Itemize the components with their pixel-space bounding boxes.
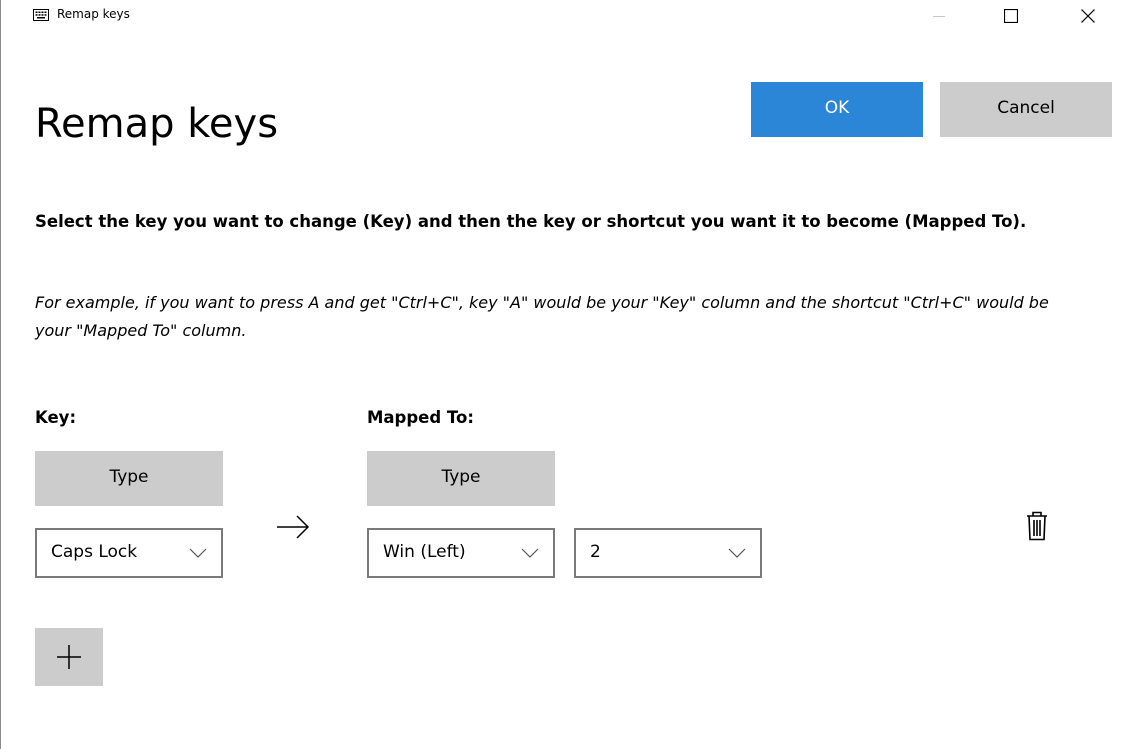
window-title: Remap keys xyxy=(57,7,130,21)
instruction-text: Select the key you want to change (Key) … xyxy=(35,212,1027,231)
plus-icon xyxy=(57,645,81,669)
trash-icon xyxy=(1027,511,1047,541)
add-remap-button[interactable] xyxy=(35,628,103,686)
key-column-header: Key: xyxy=(35,408,77,427)
key-dropdown-value: Caps Lock xyxy=(51,542,138,562)
key-type-button[interactable]: Type xyxy=(35,451,223,506)
close-button[interactable] xyxy=(1065,0,1111,32)
close-icon xyxy=(1081,9,1095,23)
mapped-key-dropdown-2[interactable]: 2 xyxy=(574,528,762,578)
key-dropdown[interactable]: Caps Lock xyxy=(35,528,223,578)
chevron-down-icon xyxy=(728,548,746,558)
minimize-icon xyxy=(933,16,945,17)
maximize-icon xyxy=(1004,9,1018,23)
page-title: Remap keys xyxy=(35,101,279,147)
arrow-right-icon xyxy=(277,515,310,539)
delete-row-button[interactable] xyxy=(1022,508,1052,544)
chevron-down-icon xyxy=(189,548,207,558)
ok-button[interactable]: OK xyxy=(751,82,923,137)
mapped-key-dropdown-1[interactable]: Win (Left) xyxy=(367,528,555,578)
remap-keys-window: Remap keys Remap keys OK Cancel Select t… xyxy=(0,0,1121,749)
cancel-button[interactable]: Cancel xyxy=(940,82,1112,137)
chevron-down-icon xyxy=(521,548,539,558)
maximize-button[interactable] xyxy=(988,0,1034,32)
mapped-key-dropdown-2-value: 2 xyxy=(590,542,601,562)
keyboard-icon xyxy=(33,9,49,21)
title-bar[interactable]: Remap keys xyxy=(1,0,1121,32)
mapped-key-dropdown-1-value: Win (Left) xyxy=(383,542,466,562)
minimize-button[interactable] xyxy=(916,0,962,32)
example-text: For example, if you want to press A and … xyxy=(35,293,1049,340)
mapped-type-button[interactable]: Type xyxy=(367,451,555,506)
mapped-to-column-header: Mapped To: xyxy=(367,408,474,427)
